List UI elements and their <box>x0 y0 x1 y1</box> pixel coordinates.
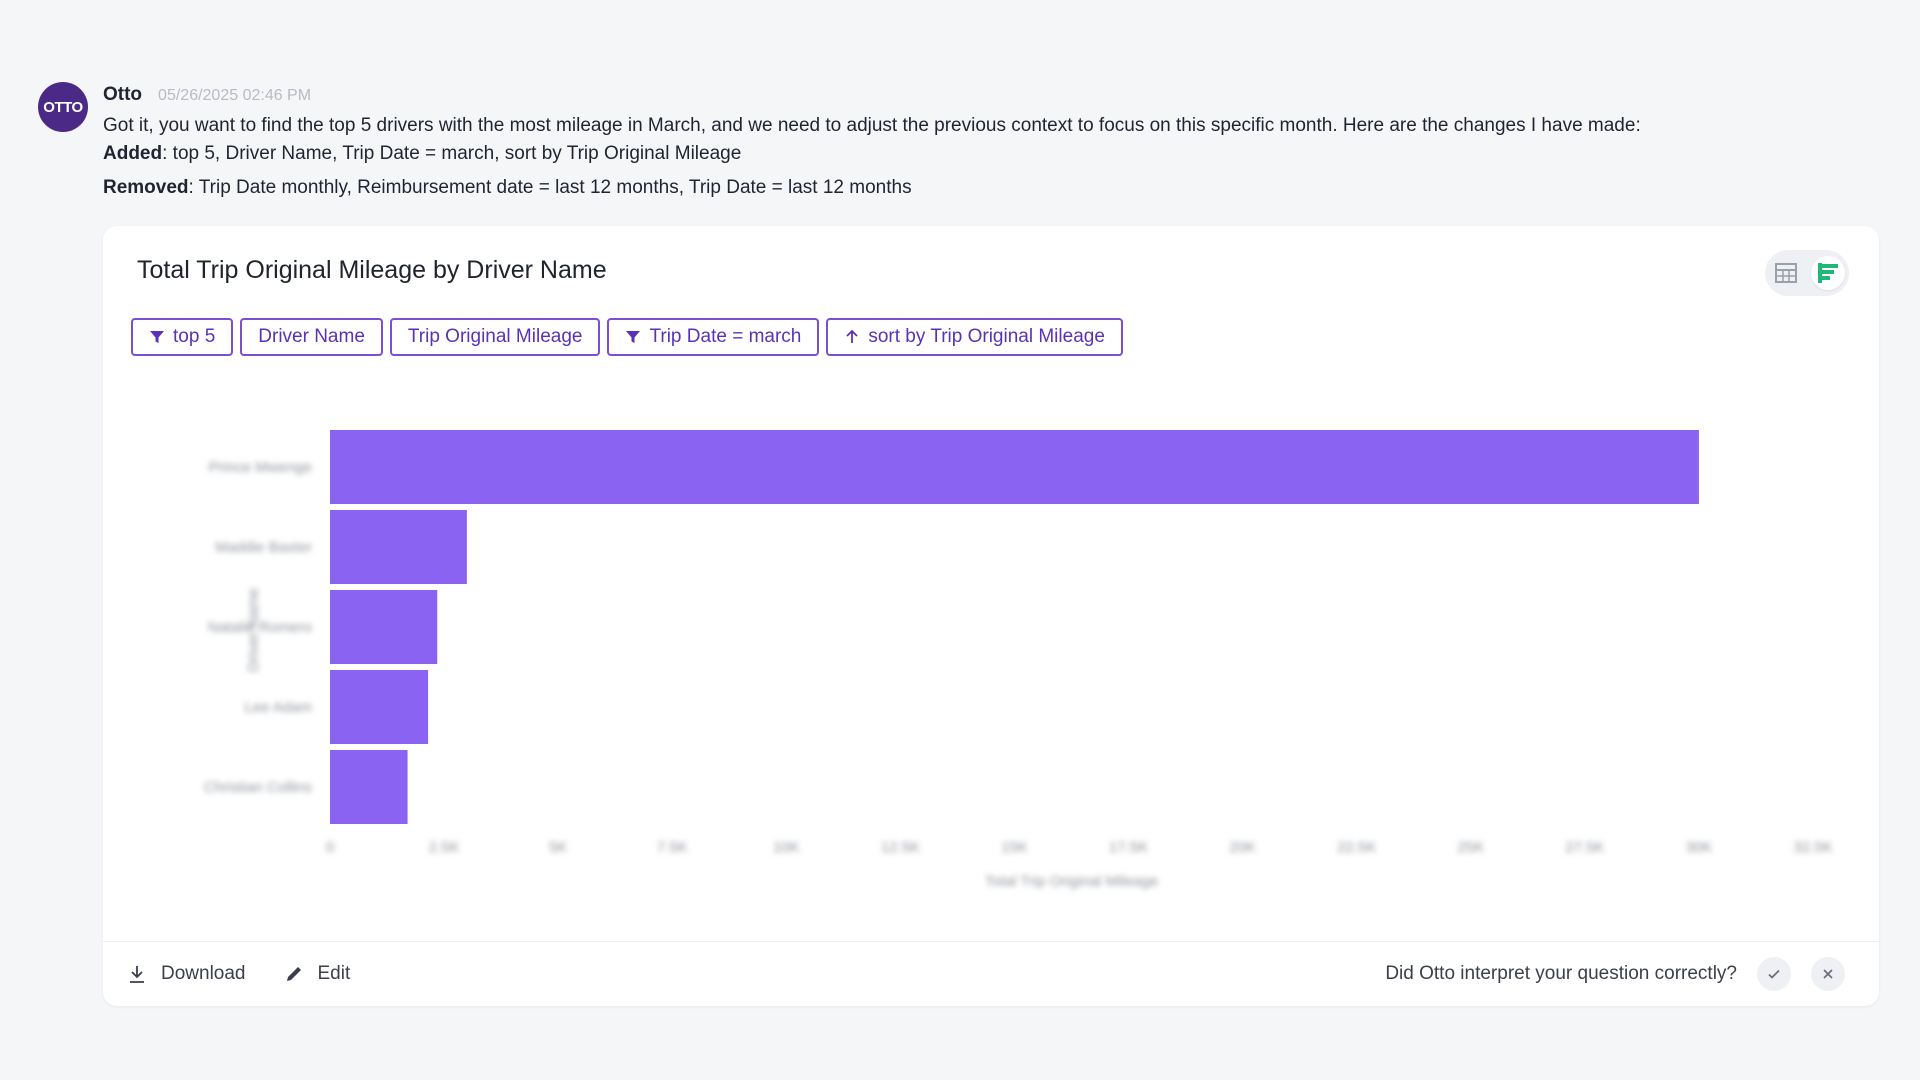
feedback-no-button[interactable] <box>1811 957 1845 991</box>
x-tick-label: 27.5K <box>1565 839 1604 856</box>
x-tick-label: 5K <box>549 839 567 856</box>
bar <box>330 510 467 584</box>
bar-chart-svg: Prince MwengeMaddie BaxterNatalie Romero… <box>204 430 1833 890</box>
y-axis-label: Driver Name <box>245 588 262 672</box>
filter-icon <box>626 331 641 343</box>
message-timestamp: 05/26/2025 02:46 PM <box>158 87 312 104</box>
chip-label: sort by Trip Original Mileage <box>868 326 1105 347</box>
y-tick-label: Maddie Baxter <box>215 539 312 556</box>
feedback-yes-button[interactable] <box>1757 957 1791 991</box>
added-label: Added <box>103 143 163 164</box>
removed-items: Trip Date monthly, Reimbursement date = … <box>198 177 912 198</box>
chip-trip-original-mileage[interactable]: Trip Original Mileage <box>389 318 601 356</box>
x-tick-label: 30K <box>1686 839 1713 856</box>
x-tick-label: 12.5K <box>881 839 920 856</box>
close-icon <box>1823 969 1833 979</box>
download-icon <box>130 966 144 983</box>
chip-trip-date-march[interactable]: Trip Date = march <box>607 318 820 356</box>
filter-icon <box>150 331 164 343</box>
y-tick-label: Lee Adam <box>244 699 312 716</box>
added-changes: Added: top 5, Driver Name, Trip Date = m… <box>103 143 742 164</box>
removed-label: Removed <box>103 177 189 198</box>
feedback-prompt: Did Otto interpret your question correct… <box>1385 957 1845 991</box>
x-tick-label: 20K <box>1229 839 1256 856</box>
chip-driver-name[interactable]: Driver Name <box>240 318 383 356</box>
arrow-up-icon <box>846 329 858 343</box>
assistant-message: Otto 05/26/2025 02:46 PM Got it, you wan… <box>103 84 1883 200</box>
query-chips: top 5 Driver Name Trip Original Mileage … <box>131 318 1123 356</box>
edit-button[interactable]: Edit <box>284 963 351 985</box>
x-tick-label: 2.5K <box>429 839 460 856</box>
x-tick-label: 10K <box>773 839 800 856</box>
x-tick-label: 22.5K <box>1337 839 1376 856</box>
table-view-button[interactable] <box>1769 256 1803 290</box>
chip-label: Driver Name <box>258 326 365 347</box>
x-tick-label: 32.5K <box>1793 839 1832 856</box>
x-tick-label: 17.5K <box>1109 839 1148 856</box>
download-button[interactable]: Download <box>127 963 246 985</box>
check-icon <box>1768 969 1780 979</box>
view-toggle <box>1765 250 1849 296</box>
bar <box>330 670 429 744</box>
chart-view-button[interactable] <box>1811 256 1845 290</box>
sender-name: Otto <box>103 84 143 105</box>
download-label: Download <box>161 963 246 984</box>
bar <box>330 590 438 664</box>
bar-chart-icon <box>1818 263 1838 283</box>
chart-card: Total Trip Original Mileage by Driver Na… <box>103 226 1879 1006</box>
bar <box>330 430 1699 504</box>
x-tick-label: 25K <box>1457 839 1484 856</box>
x-tick-label: 7.5K <box>657 839 688 856</box>
pencil-icon <box>286 967 301 981</box>
bar <box>330 750 408 824</box>
otto-avatar: OTTO <box>38 82 88 132</box>
x-tick-label: 15K <box>1001 839 1028 856</box>
y-tick-label: Christian Collins <box>204 779 312 796</box>
chart-title: Total Trip Original Mileage by Driver Na… <box>137 256 607 284</box>
table-icon <box>1775 263 1797 283</box>
y-tick-label: Prince Mwenge <box>209 459 312 476</box>
chip-label: top 5 <box>173 326 216 347</box>
x-axis-label: Total Trip Original Mileage <box>985 873 1158 890</box>
chip-label: Trip Date = march <box>649 326 802 347</box>
edit-label: Edit <box>317 963 351 984</box>
chip-sort-by-mileage[interactable]: sort by Trip Original Mileage <box>826 318 1123 356</box>
message-text: Got it, you want to find the top 5 drive… <box>103 115 1641 136</box>
removed-changes: Removed: Trip Date monthly, Reimbursemen… <box>103 177 912 198</box>
card-footer: Download Edit Did Otto interpret your qu… <box>103 941 1879 1006</box>
added-items: top 5, Driver Name, Trip Date = march, s… <box>172 143 742 164</box>
chip-top-5[interactable]: top 5 <box>131 318 234 356</box>
x-tick-label: 0 <box>326 839 334 856</box>
feedback-question: Did Otto interpret your question correct… <box>1385 963 1737 984</box>
bar-chart: Prince Mwenge Maddie Baxter Natalie Romero… <box>123 376 1863 936</box>
chip-label: Trip Original Mileage <box>407 326 583 347</box>
